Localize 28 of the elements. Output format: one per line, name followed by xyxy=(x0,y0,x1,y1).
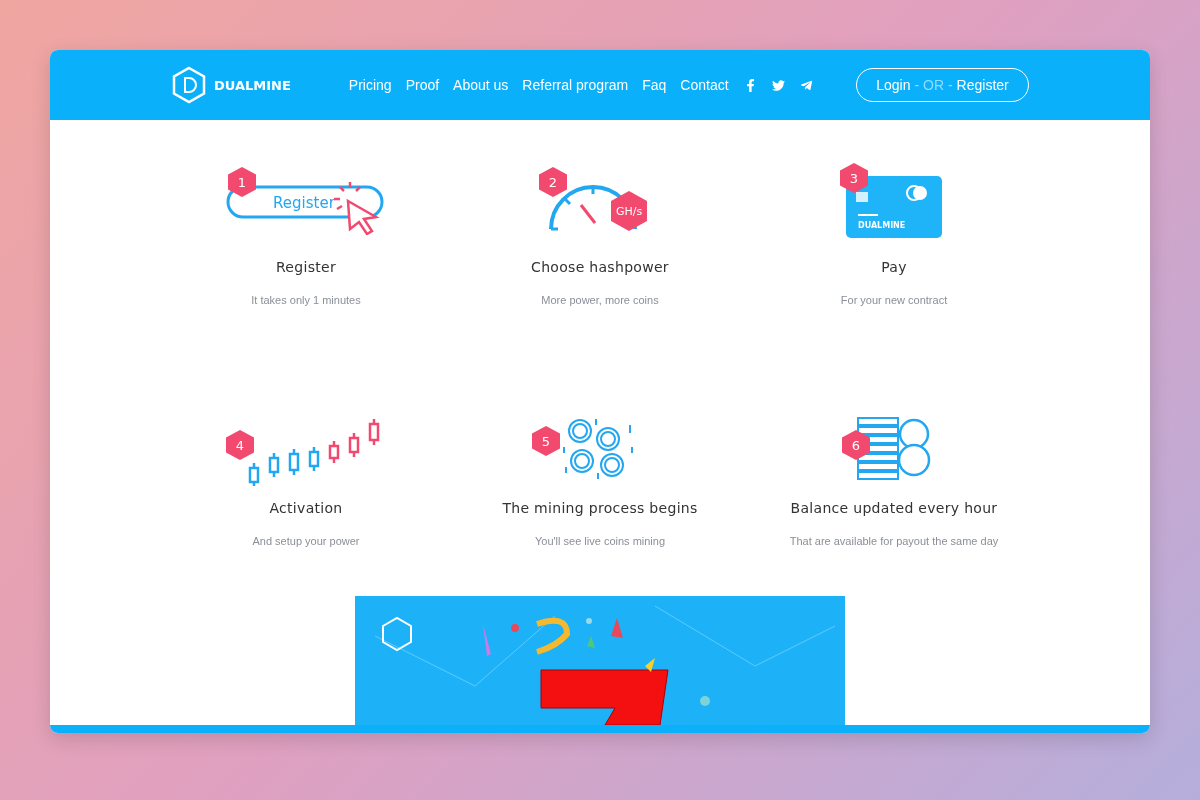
step-subtitle: You'll see live coins mining xyxy=(534,535,666,547)
nav-link[interactable]: Referral program xyxy=(522,77,629,93)
step-title: The mining process begins xyxy=(502,500,698,516)
step-subtitle: It takes only 1 minutes xyxy=(251,294,361,306)
step-number-badge: 4 xyxy=(226,430,254,460)
step-title: Activation xyxy=(269,500,343,516)
step-subtitle: And setup your power xyxy=(252,535,360,547)
step-subtitle: For your new contract xyxy=(840,294,948,306)
step-number-badge: 1 xyxy=(228,167,256,197)
nav-link[interactable]: Faq xyxy=(642,77,667,93)
hexagon-logo-icon xyxy=(172,66,206,104)
step-number-badge: 2 xyxy=(539,167,567,197)
step-title: Register xyxy=(275,259,336,275)
step-title: Balance updated every hour xyxy=(790,500,998,516)
step-number-badge: 3 xyxy=(840,163,868,193)
nav-link[interactable]: About us xyxy=(453,77,509,93)
telegram-icon[interactable] xyxy=(799,78,813,92)
step-number-badge: 6 xyxy=(842,430,870,460)
twitter-icon[interactable] xyxy=(771,78,785,92)
step-title: Choose hashpower xyxy=(531,259,669,275)
nav-link[interactable]: Contact xyxy=(680,77,729,93)
nav-link[interactable]: Proof xyxy=(405,77,440,93)
step-title: Pay xyxy=(881,259,907,275)
step-number-badge: 5 xyxy=(532,426,560,456)
step-subtitle: More power, more coins xyxy=(541,294,659,306)
nav-link[interactable]: Pricing xyxy=(348,77,392,93)
step-subtitle: That are available for payout the same day xyxy=(789,535,999,547)
logo-text: DUALMINE xyxy=(214,77,291,93)
